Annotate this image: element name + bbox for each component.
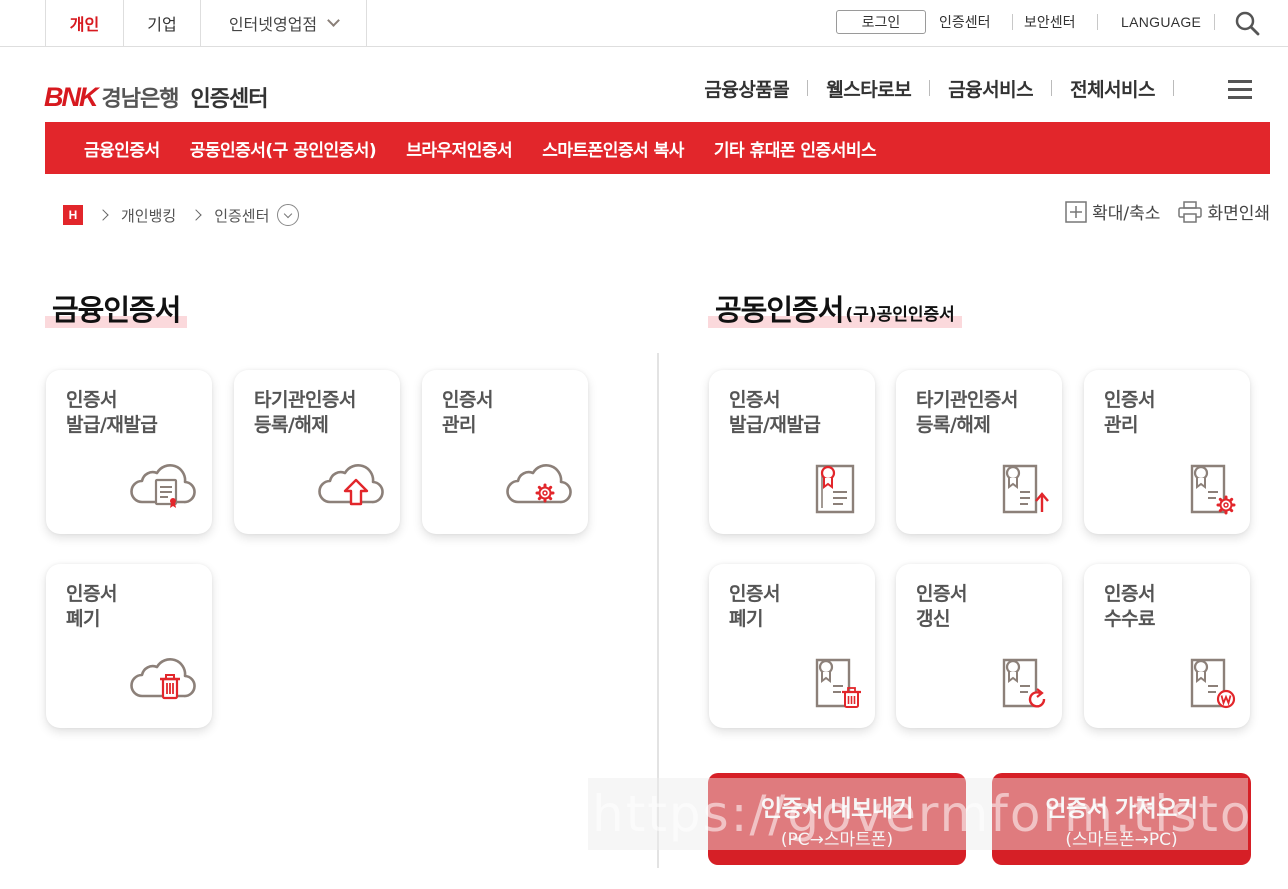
chevron-right-icon (190, 209, 202, 221)
card-joint-register[interactable]: 타기관인증서 등록/해제 (896, 370, 1062, 534)
certificate-trash-icon (815, 658, 861, 708)
logo-bank-name: 경남은행 (101, 87, 180, 112)
joint-cert-subtitle: (구)공인인증서 (845, 305, 955, 325)
card-label: 인증서 폐기 (66, 583, 117, 630)
print-button[interactable]: 화면인쇄 (1178, 199, 1270, 224)
certificate-upload-icon (1002, 464, 1049, 514)
card-joint-revoke[interactable]: 인증서 폐기 (709, 564, 875, 728)
financial-cert-title: 금융인증서 (52, 293, 181, 327)
export-cert-label: 인증서 내보내기 (760, 795, 914, 822)
import-cert-sublabel: (스마트폰→PC) (1065, 829, 1178, 850)
breadcrumb-dropdown-icon[interactable] (277, 204, 300, 226)
customer-type-tabs: 개인 기업 인터넷영업점 (45, 0, 367, 46)
auth-center-link[interactable]: 인증센터 (939, 10, 991, 34)
certificate-gear-icon (1190, 464, 1236, 515)
home-icon[interactable]: H (63, 205, 83, 225)
bank-logo[interactable]: BNK 경남은행 인증센터 (44, 81, 268, 113)
card-label: 인증서 관리 (1104, 389, 1155, 436)
hamburger-menu-icon[interactable] (1228, 80, 1252, 100)
auth-sub-nav: 금융인증서 공동인증서(구 공인인증서) 브라우저인증서 스마트폰인증서 복사 … (45, 122, 1270, 174)
logo-brand: BNK (44, 82, 98, 112)
breadcrumb: H 개인뱅킹 인증센터 (63, 204, 300, 226)
cloud-trash-icon (130, 658, 196, 700)
top-utility-bar: 개인 기업 인터넷영업점 로그인 인증센터 보안센터 LANGUAGE (0, 0, 1288, 47)
subnav-smartphone-copy[interactable]: 스마트폰인증서 복사 (542, 136, 684, 161)
print-label: 화면인쇄 (1207, 204, 1270, 224)
certificate-fee-icon (1190, 658, 1236, 709)
security-center-link[interactable]: 보안센터 (1024, 10, 1076, 34)
card-financial-register[interactable]: 타기관인증서 등록/해제 (234, 370, 400, 534)
divider (807, 80, 809, 96)
card-joint-manage[interactable]: 인증서 관리 (1084, 370, 1250, 534)
divider (929, 80, 931, 96)
card-label: 인증서 발급/재발급 (66, 389, 158, 436)
card-label: 타기관인증서 등록/해제 (254, 389, 356, 436)
tab-internet-branch-label: 인터넷영업점 (228, 15, 318, 34)
joint-cert-section-title: 공동인증서 (구)공인인증서 (708, 290, 962, 328)
subnav-browser-cert[interactable]: 브라우저인증서 (406, 136, 512, 161)
card-joint-fee[interactable]: 인증서 수수료 (1084, 564, 1250, 728)
divider (1097, 14, 1098, 30)
card-label: 인증서 갱신 (916, 583, 967, 630)
gnb-item-products[interactable]: 금융상품몰 (704, 75, 789, 102)
page-tools: 확대/축소 화면인쇄 (1065, 199, 1270, 224)
tab-internet-branch[interactable]: 인터넷영업점 (201, 0, 367, 46)
divider (1051, 80, 1053, 96)
cloud-upload-icon (318, 464, 384, 506)
section-divider (657, 353, 659, 868)
tab-business[interactable]: 기업 (124, 0, 201, 46)
card-financial-issue[interactable]: 인증서 발급/재발급 (46, 370, 212, 534)
card-label: 인증서 폐기 (729, 583, 780, 630)
card-label: 인증서 수수료 (1104, 583, 1155, 630)
login-button[interactable]: 로그인 (836, 10, 926, 34)
subnav-financial-cert[interactable]: 금융인증서 (84, 136, 160, 161)
cloud-document-icon (130, 464, 196, 508)
zoom-button[interactable]: 확대/축소 (1065, 199, 1160, 224)
chevron-down-icon (327, 14, 341, 27)
card-label: 인증서 발급/재발급 (729, 389, 821, 436)
card-financial-manage[interactable]: 인증서 관리 (422, 370, 588, 534)
gnb-item-services[interactable]: 금융서비스 (948, 75, 1033, 102)
tab-personal[interactable]: 개인 (46, 0, 124, 46)
zoom-label: 확대/축소 (1092, 204, 1161, 224)
logo-section-name: 인증센터 (190, 87, 268, 112)
financial-cert-section-title: 금융인증서 (45, 290, 188, 328)
joint-cert-title: 공동인증서 (715, 293, 844, 327)
divider (1012, 14, 1013, 30)
certificate-refresh-icon (1002, 658, 1046, 708)
export-cert-sublabel: (PC→스마트폰) (780, 829, 894, 850)
cloud-gear-icon (506, 464, 572, 504)
import-cert-button[interactable]: 인증서 가져오기 (스마트폰→PC) (992, 773, 1251, 865)
export-cert-button[interactable]: 인증서 내보내기 (PC→스마트폰) (708, 773, 966, 865)
divider (1214, 14, 1215, 30)
import-cert-label: 인증서 가져오기 (1045, 795, 1198, 822)
certificate-icon (815, 464, 855, 514)
global-nav: 금융상품몰 웰스타로보 금융서비스 전체서비스 (704, 75, 1192, 102)
card-label: 인증서 관리 (442, 389, 493, 436)
card-label: 타기관인증서 등록/해제 (916, 389, 1018, 436)
search-icon[interactable] (1234, 10, 1260, 36)
printer-icon (1178, 200, 1203, 223)
language-link[interactable]: LANGUAGE (1121, 10, 1201, 34)
divider (1173, 80, 1174, 96)
card-joint-renew[interactable]: 인증서 갱신 (896, 564, 1062, 728)
card-financial-revoke[interactable]: 인증서 폐기 (46, 564, 212, 728)
zoom-plus-icon (1065, 200, 1087, 223)
breadcrumb-item-personal-banking[interactable]: 개인뱅킹 (121, 205, 176, 226)
breadcrumb-item-auth-center[interactable]: 인증센터 (214, 205, 269, 226)
card-joint-issue[interactable]: 인증서 발급/재발급 (709, 370, 875, 534)
gnb-item-robo[interactable]: 웰스타로보 (826, 75, 911, 102)
subnav-other-mobile[interactable]: 기타 휴대폰 인증서비스 (714, 136, 877, 161)
subnav-joint-cert[interactable]: 공동인증서(구 공인인증서) (190, 136, 377, 161)
gnb-item-all-services[interactable]: 전체서비스 (1070, 75, 1155, 102)
chevron-right-icon (97, 209, 109, 221)
